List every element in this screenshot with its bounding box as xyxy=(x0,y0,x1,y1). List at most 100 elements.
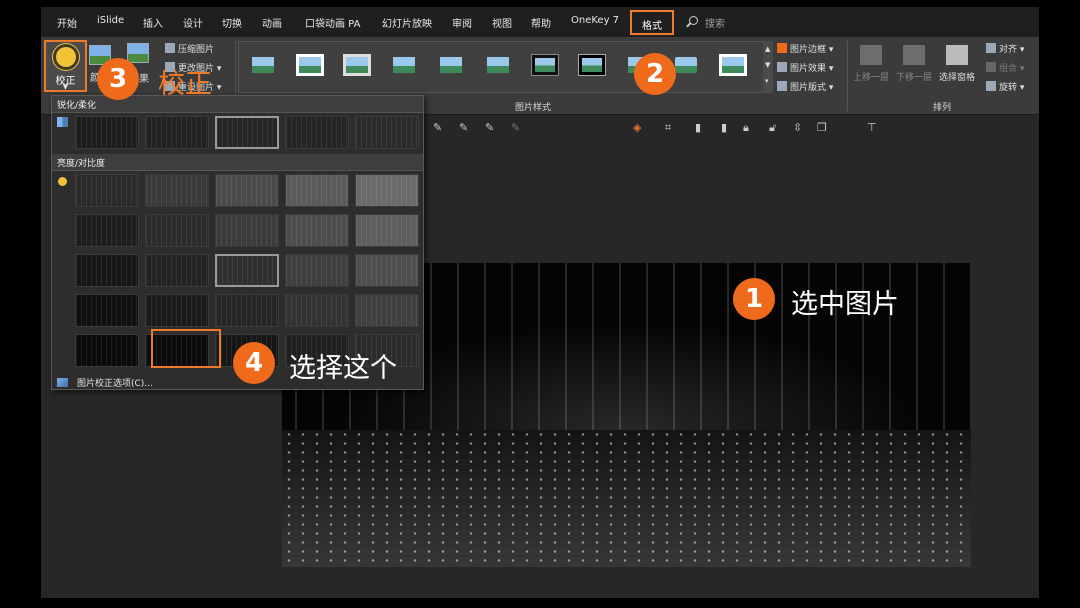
picture-style-11[interactable] xyxy=(719,54,747,76)
brightness-option[interactable] xyxy=(285,214,349,247)
copy-icon[interactable]: ❐ xyxy=(817,121,827,134)
rotate-button[interactable]: 旋转 ▾ xyxy=(986,80,1024,93)
tab-help[interactable]: 帮助 xyxy=(531,15,551,30)
sharpen-option-2[interactable] xyxy=(145,116,209,149)
tab-animations[interactable]: 动画 xyxy=(262,15,282,30)
sharpen-soften-header: 锐化/柔化 xyxy=(52,96,423,113)
tab-format[interactable]: 格式 xyxy=(630,10,674,35)
picture-effects-button[interactable]: 图片效果 ▾ xyxy=(777,61,833,74)
sharpen-icon xyxy=(57,117,68,127)
picture-style-2[interactable] xyxy=(296,54,324,76)
picture-corrections-options-link[interactable]: 图片校正选项(C)... xyxy=(57,376,153,389)
brightness-option[interactable] xyxy=(285,174,349,207)
sun-icon xyxy=(56,47,76,67)
tab-onekey[interactable]: OneKey 7 xyxy=(571,15,619,26)
tab-view[interactable]: 视图 xyxy=(492,15,512,30)
step-3-text: 校正 xyxy=(158,69,212,100)
brightness-option[interactable] xyxy=(215,294,279,327)
picture-style-6[interactable] xyxy=(484,54,512,76)
eyedropper-icon[interactable]: ✎ xyxy=(485,121,494,134)
brightness-option[interactable] xyxy=(355,294,419,327)
brightness-option[interactable] xyxy=(75,294,139,327)
bar-icon[interactable]: ▮ xyxy=(721,121,727,134)
chevron-up-icon[interactable]: ▲ xyxy=(765,45,770,53)
tab-design[interactable]: 设计 xyxy=(183,15,203,30)
tab-slideshow[interactable]: 幻灯片放映 xyxy=(382,15,432,30)
brightness-option[interactable] xyxy=(75,254,139,287)
sharpen-option-1[interactable] xyxy=(75,116,139,149)
bring-forward-button[interactable]: 上移一层 xyxy=(853,45,889,83)
search-box[interactable]: 搜索 xyxy=(705,15,725,30)
brightness-option-current[interactable] xyxy=(215,254,279,287)
picture-border-button[interactable]: 图片边框 ▾ xyxy=(777,42,833,55)
tab-review[interactable]: 审阅 xyxy=(452,15,472,30)
effects-icon[interactable] xyxy=(127,43,149,63)
step-1-badge: 1 xyxy=(733,278,775,320)
eyedropper-icon[interactable]: ✎ xyxy=(511,121,520,134)
picture-corrections-options-label: 图片校正选项(C)... xyxy=(77,379,153,389)
unlock-icon[interactable]: 🔓︎ xyxy=(769,121,776,135)
brightness-option[interactable] xyxy=(75,334,139,367)
eyedropper-icon[interactable]: ✎ xyxy=(459,121,468,134)
sharpen-option-4[interactable] xyxy=(285,116,349,149)
tab-insert[interactable]: 插入 xyxy=(143,15,163,30)
picture-layout-label: 图片版式 xyxy=(790,83,827,93)
eyedropper-icon[interactable]: ✎ xyxy=(433,121,442,134)
selection-pane-label: 选择窗格 xyxy=(939,73,976,83)
align-label: 对齐 xyxy=(999,45,1018,55)
picture-style-7[interactable] xyxy=(531,54,559,76)
search-icon[interactable] xyxy=(689,16,698,25)
sharpen-option-3[interactable] xyxy=(215,116,279,149)
brightness-option[interactable] xyxy=(75,174,139,207)
crop-icon[interactable]: ⌗ xyxy=(665,121,671,135)
chevron-down-icon[interactable]: ▼ xyxy=(765,61,770,69)
tab-islide[interactable]: iSlide xyxy=(97,15,124,26)
effect-icon xyxy=(777,62,787,72)
corrections-button[interactable]: 校正 ▼ xyxy=(44,40,87,92)
tab-transitions[interactable]: 切换 xyxy=(222,15,242,30)
tab-home[interactable]: 开始 xyxy=(57,15,77,30)
picture-styles-gallery xyxy=(238,41,766,93)
brightness-option[interactable] xyxy=(355,214,419,247)
picture-style-3[interactable] xyxy=(343,54,371,76)
brightness-option[interactable] xyxy=(145,174,209,207)
picture-style-4[interactable] xyxy=(390,54,418,76)
brightness-option[interactable] xyxy=(285,254,349,287)
align-button[interactable]: 对齐 ▾ xyxy=(986,42,1024,55)
send-backward-button[interactable]: 下移一层 xyxy=(896,45,932,83)
options-icon xyxy=(57,378,68,387)
gallery-more-icon[interactable]: ▾ xyxy=(765,77,769,85)
group-button[interactable]: 组合 ▾ xyxy=(986,61,1024,74)
bar-icon[interactable]: ▮ xyxy=(695,121,701,134)
brightness-option[interactable] xyxy=(355,254,419,287)
picture-style-10[interactable] xyxy=(672,54,700,76)
bring-forward-icon xyxy=(860,45,882,65)
brightness-option[interactable] xyxy=(145,214,209,247)
format-icon[interactable]: ⊤ xyxy=(867,121,877,134)
sharpen-option-5[interactable] xyxy=(355,116,419,149)
picture-layout-button[interactable]: 图片版式 ▾ xyxy=(777,80,833,93)
selection-pane-button[interactable]: 选择窗格 xyxy=(939,45,975,83)
group-icon xyxy=(986,62,996,72)
styles-group-label: 图片样式 xyxy=(515,103,552,113)
picture-style-8[interactable] xyxy=(578,54,606,76)
border-icon xyxy=(777,43,787,53)
resize-icon[interactable]: ⇳ xyxy=(793,121,802,134)
picture-style-5[interactable] xyxy=(437,54,465,76)
brightness-option[interactable] xyxy=(75,214,139,247)
brightness-option[interactable] xyxy=(215,214,279,247)
brightness-option[interactable] xyxy=(145,254,209,287)
compress-pictures-button[interactable]: 压缩图片 xyxy=(165,42,214,55)
tab-format-label: 格式 xyxy=(642,21,662,32)
gallery-scroll[interactable]: ▲ ▼ ▾ xyxy=(763,41,773,93)
picture-dotted-floor xyxy=(282,430,971,567)
picture-style-1[interactable] xyxy=(249,54,277,76)
tab-pocket-animation[interactable]: 口袋动画 PA xyxy=(305,15,360,30)
brightness-option[interactable] xyxy=(285,294,349,327)
brightness-option[interactable] xyxy=(145,294,209,327)
send-backward-label: 下移一层 xyxy=(896,73,933,83)
fill-icon[interactable]: ◈ xyxy=(633,121,641,134)
brightness-option[interactable] xyxy=(215,174,279,207)
brightness-option[interactable] xyxy=(355,174,419,207)
lock-icon[interactable]: 🔒︎ xyxy=(743,121,749,135)
